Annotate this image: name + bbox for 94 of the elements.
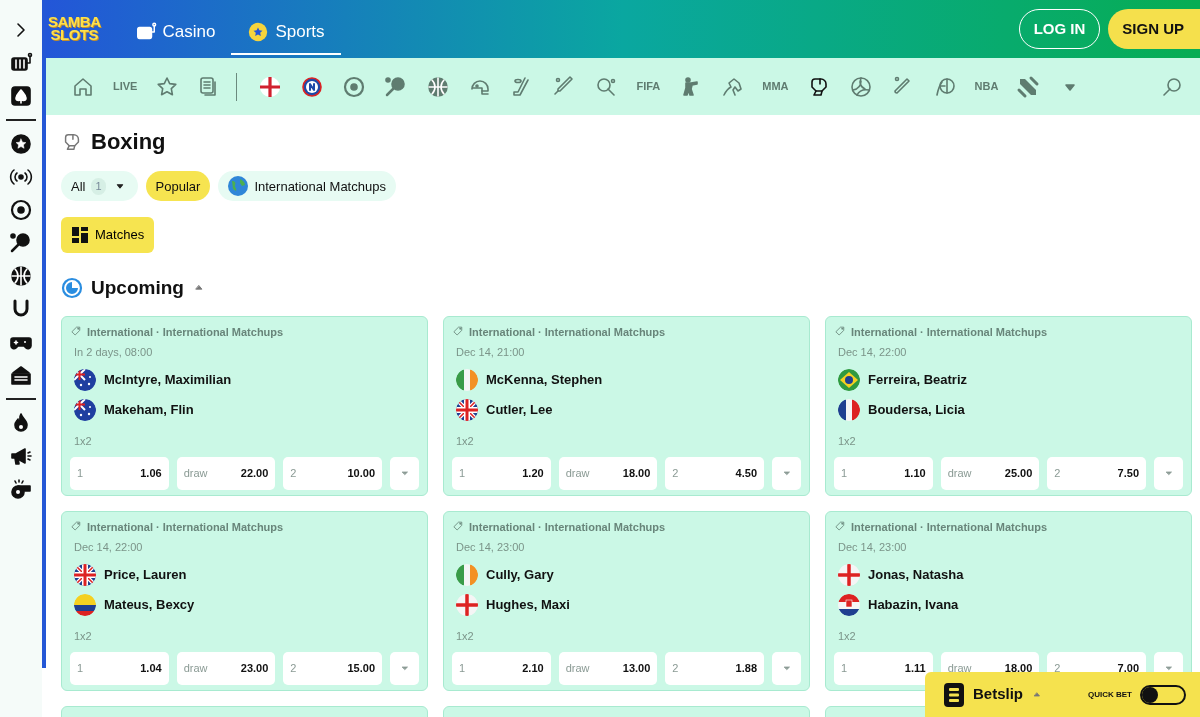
odds-button[interactable]: 1 1.06 [70,457,169,490]
filter-chip[interactable]: All 1 [61,171,138,202]
volleyball-icon[interactable] [848,74,873,99]
star-icon[interactable] [155,74,180,99]
odds-button[interactable]: draw 23.00 [176,652,276,685]
quick-bet-label: QUICK BET [1088,688,1132,701]
sport-tab[interactable]: MMA [753,78,798,95]
spade-card-icon[interactable] [9,84,33,108]
nav-tab[interactable]: Sports [231,8,341,56]
odds-button[interactable]: 2 1.88 [665,652,764,685]
league-path: International · International Matchups [87,519,284,535]
odds-button[interactable]: 1 1.20 [452,457,551,490]
match-time: Dec 14, 22:00 [74,540,144,556]
league-path: International · International Matchups [469,519,666,535]
team-name: Makeham, Flin [104,400,194,419]
flag-icon [456,563,478,586]
odds-button[interactable]: 2 15.00 [283,652,382,685]
odds-button[interactable]: 2 7.50 [1047,457,1146,490]
tennis-racket-icon[interactable] [9,231,33,255]
league-path: International · International Matchups [87,324,284,340]
quick-bet-toggle[interactable] [1140,684,1186,705]
betslip-toast[interactable]: Betslip QUICK BET [925,672,1200,717]
odds-button[interactable]: 2 4.50 [665,457,764,490]
team-name: Price, Lauren [104,565,187,584]
odds-button[interactable]: 1 2.10 [452,652,551,685]
sport-tab[interactable]: NBA [965,78,1008,95]
flag-icon [838,563,860,586]
team-name: Cully, Gary [486,565,554,584]
betslip-icon[interactable] [943,681,965,708]
flag-icon [74,368,96,391]
whistle-icon[interactable] [9,477,33,501]
ball-icon[interactable] [9,198,33,222]
letter-badge-icon[interactable] [300,74,325,99]
globe-icon [228,176,249,197]
star-badge-icon [247,20,270,43]
odds-button[interactable]: 1 1.11 [834,652,933,685]
team-name: Hughes, Maxi [486,595,570,614]
market-label: 1x2 [456,433,475,449]
market-label: 1x2 [74,433,93,449]
odds-button[interactable]: draw 13.00 [558,652,658,685]
england-flag-icon[interactable] [258,74,283,99]
filter-chip[interactable]: Popular [145,171,211,202]
signup-button[interactable]: SIGN UP [1108,8,1200,50]
odds-button[interactable]: draw 18.00 [558,457,658,490]
team-name: Boudersa, Licia [868,400,965,419]
odds-button[interactable]: 1 1.10 [834,457,933,490]
star-badge-icon[interactable] [9,132,33,156]
match-time: Dec 14, 21:00 [456,345,526,361]
flag-icon [456,593,478,616]
odds-button[interactable]: draw 25.00 [940,457,1040,490]
flag-icon [456,398,478,421]
flag-icon [74,593,96,616]
filter-chip[interactable]: International Matchups [218,171,396,202]
market-label: 1x2 [838,628,857,644]
flag-icon [74,563,96,586]
market-label: 1x2 [74,628,93,644]
section-title: Upcoming [91,276,184,300]
betslip-title[interactable]: Betslip [973,683,1023,706]
view-tab[interactable]: Matches [61,217,155,253]
esports-icon[interactable] [1016,74,1041,99]
market-label: 1x2 [838,433,857,449]
market-label: 1x2 [456,628,475,644]
building-icon[interactable] [9,363,33,387]
page-title: Boxing [91,129,166,156]
clock-icon [61,277,83,300]
count-badge: 1 [91,178,106,195]
sport-tab[interactable]: FIFA [627,78,670,95]
sport-tab[interactable]: LIVE [104,78,147,95]
flag-icon [74,398,96,421]
odds-button[interactable]: 1 1.04 [70,652,169,685]
league-path: International · International Matchups [851,519,1048,535]
flag-icon [838,593,860,616]
league-path: International · International Matchups [469,324,666,340]
grid-icon [71,226,89,245]
team-name: Cutler, Lee [486,400,553,419]
flag-icon [456,368,478,391]
flag-icon [838,398,860,421]
match-time: In 2 days, 08:00 [74,345,154,361]
league-path: International · International Matchups [851,324,1048,340]
nav-tab[interactable]: Casino [118,8,232,56]
odds-button[interactable]: 2 10.00 [283,457,382,490]
match-time: Dec 14, 23:00 [838,540,908,556]
team-name: McIntyre, Maximilian [104,370,232,389]
team-name: McKenna, Stephen [486,370,603,389]
match-time: Dec 14, 23:00 [456,540,526,556]
basketball-icon[interactable] [9,264,33,288]
flag-icon [838,368,860,391]
team-name: Habazin, Ivana [868,595,959,614]
team-name: Ferreira, Beatriz [868,370,967,389]
team-name: Jonas, Natasha [868,565,964,584]
logo[interactable]: SAMBA SLOTS [48,16,101,42]
team-name: Mateus, Bexcy [104,595,195,614]
odds-button[interactable]: draw 22.00 [176,457,276,490]
match-time: Dec 14, 22:00 [838,345,908,361]
